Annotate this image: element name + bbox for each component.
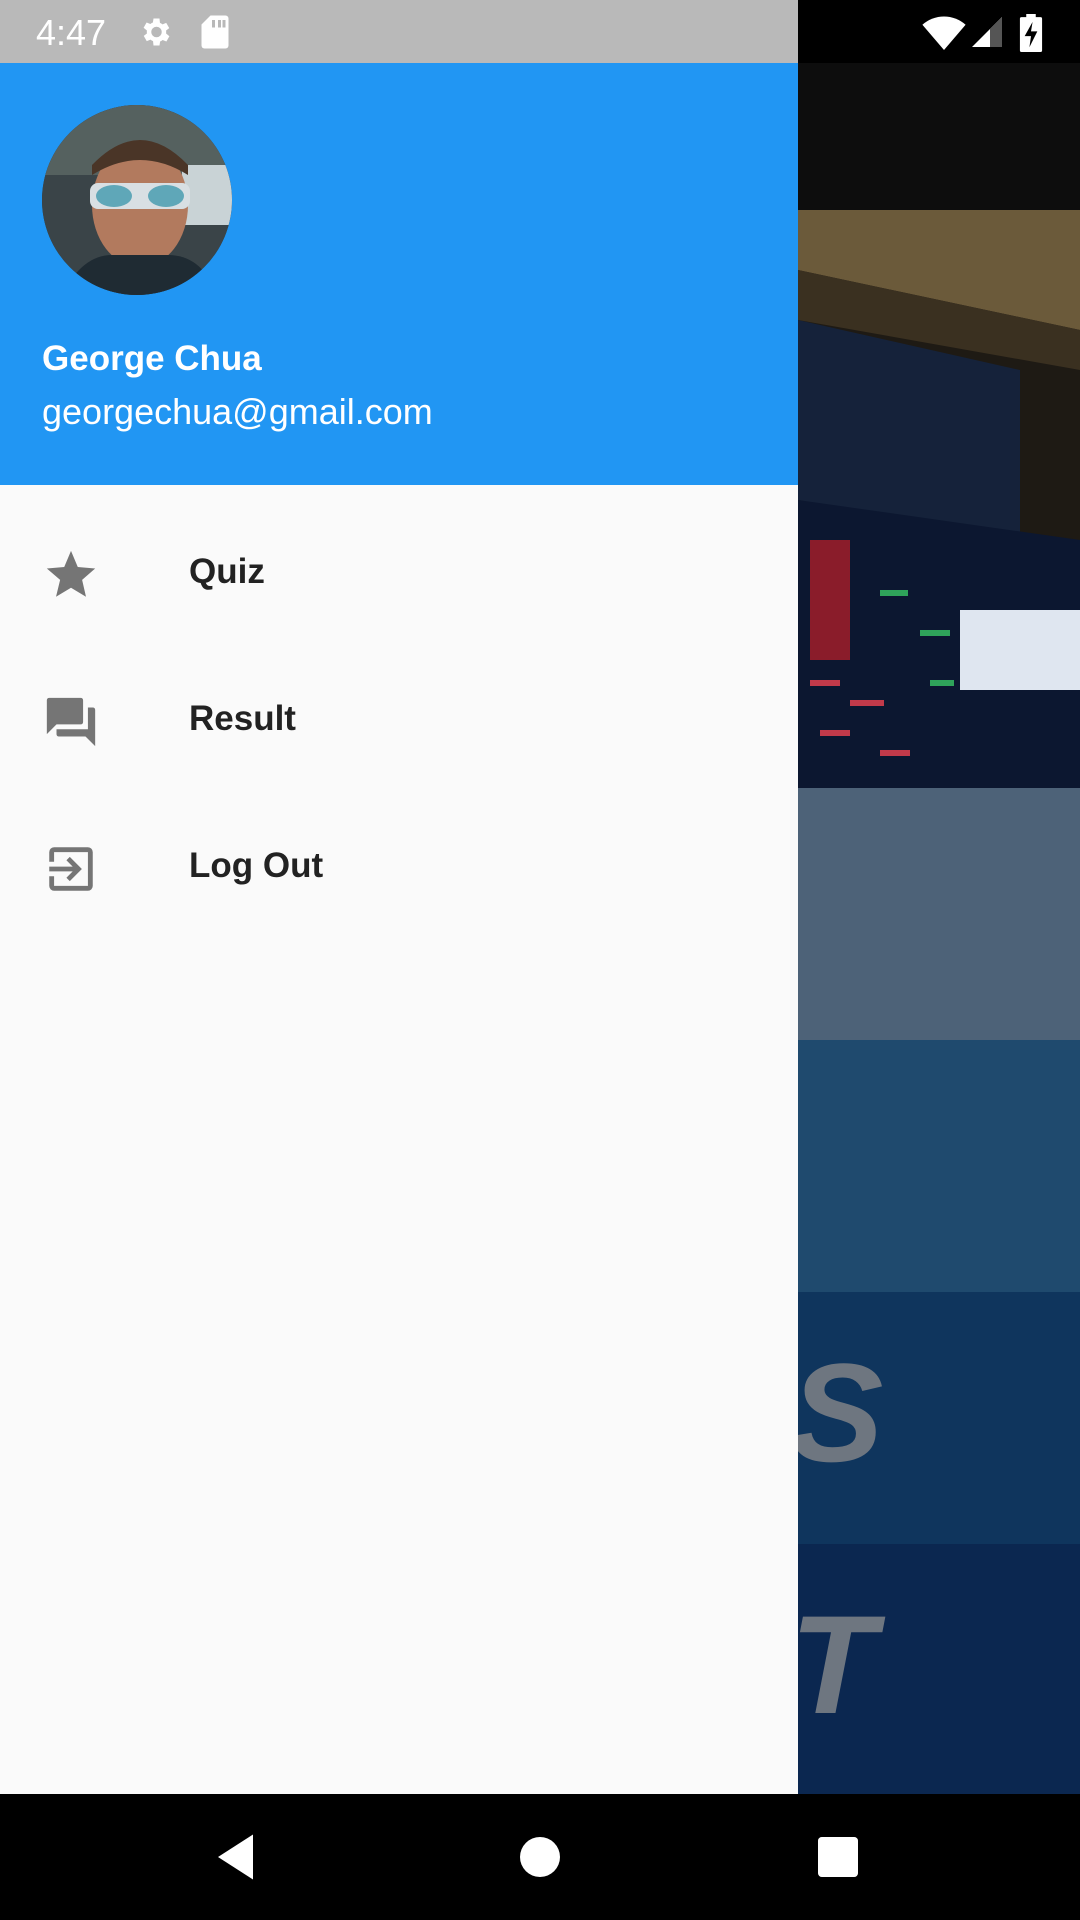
menu-item-quiz[interactable]: Quiz: [0, 500, 798, 647]
signal-icon: [969, 14, 1005, 55]
avatar[interactable]: [42, 105, 232, 295]
user-email: georgechua@gmail.com: [42, 391, 433, 432]
star-icon: [42, 546, 100, 604]
background-band-text: S: [790, 1334, 884, 1491]
status-bar: 4:47: [0, 0, 1080, 63]
navigation-bar: [0, 1794, 1080, 1920]
home-icon[interactable]: [510, 1827, 570, 1887]
battery-charging-icon: [1018, 14, 1044, 57]
recents-icon[interactable]: [808, 1827, 868, 1887]
gear-icon: [137, 14, 173, 55]
drawer-menu: Quiz Result Log Out: [0, 500, 798, 941]
drawer-header: George Chua georgechua@gmail.com: [0, 63, 798, 485]
user-name: George Chua: [42, 339, 262, 378]
forum-icon: [42, 693, 100, 751]
menu-label: Result: [189, 699, 296, 738]
menu-item-log-out[interactable]: Log Out: [0, 794, 798, 941]
background-band-text: T: [790, 1586, 876, 1743]
wifi-icon: [922, 14, 966, 55]
status-time: 4:47: [36, 12, 107, 53]
menu-label: Quiz: [189, 552, 265, 591]
menu-label: Log Out: [189, 846, 324, 885]
navigation-drawer: George Chua georgechua@gmail.com Quiz Re…: [0, 63, 798, 1794]
back-icon[interactable]: [208, 1827, 268, 1887]
exit-icon: [42, 840, 100, 898]
menu-item-result[interactable]: Result: [0, 647, 798, 794]
sd-card-icon: [199, 14, 231, 55]
